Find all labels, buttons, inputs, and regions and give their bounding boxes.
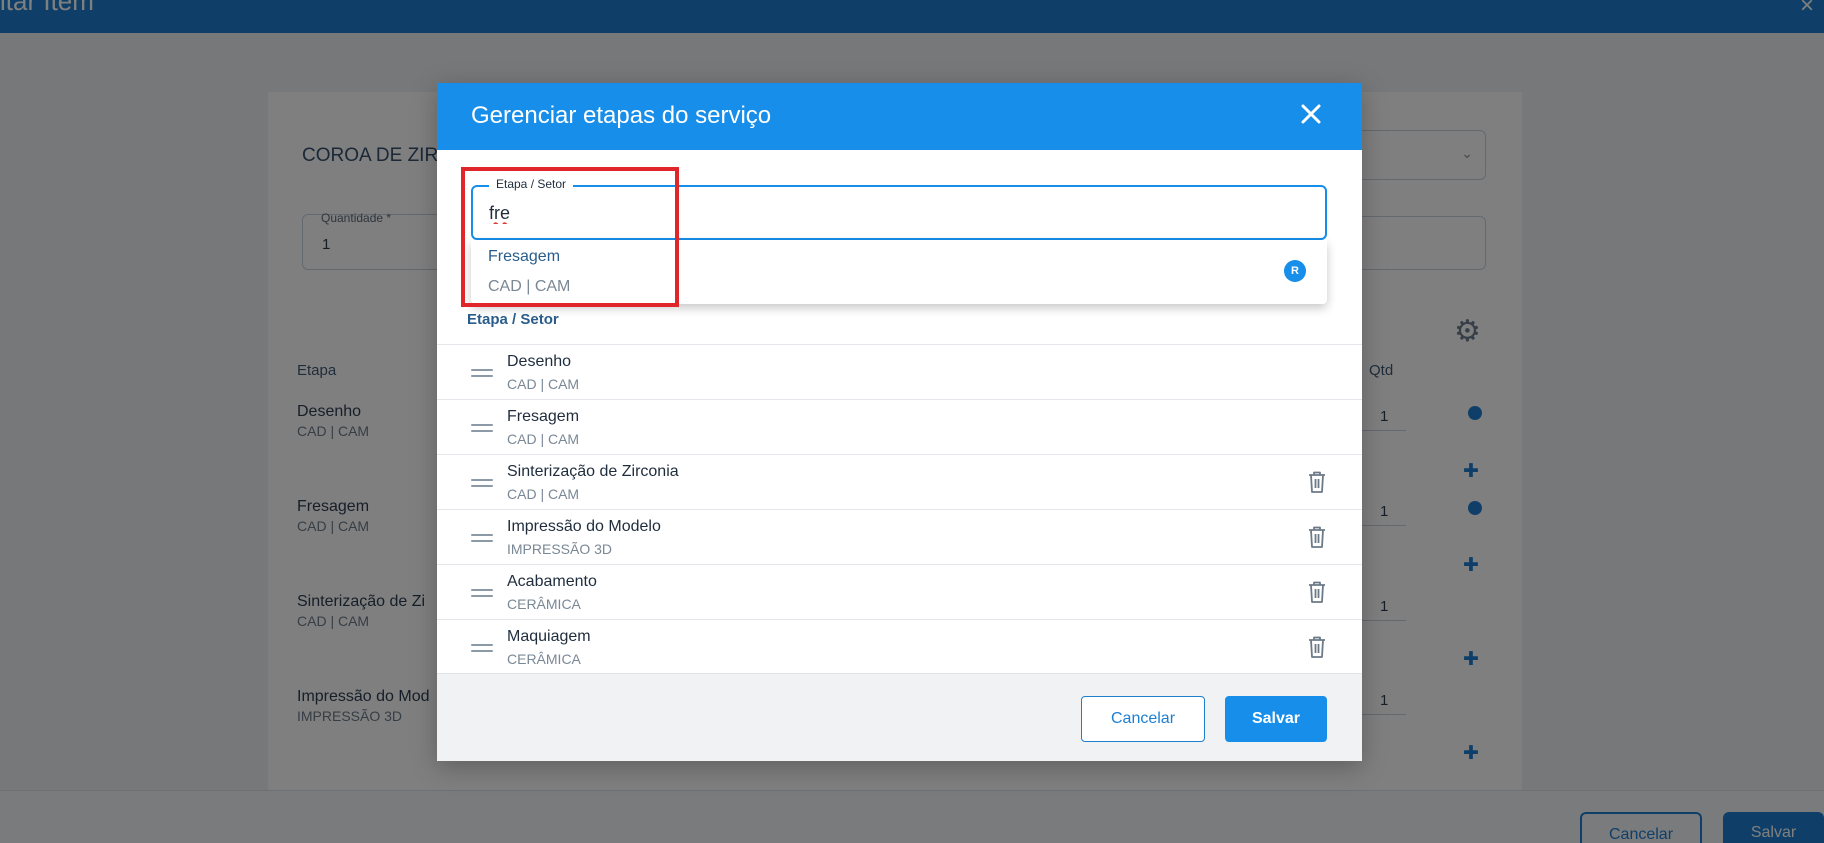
step-row[interactable]: Desenho CAD | CAM — [437, 344, 1362, 399]
drag-handle-icon[interactable] — [471, 479, 493, 487]
manage-steps-modal: Gerenciar etapas do serviço Etapa / Seto… — [437, 83, 1362, 761]
step-title: Maquiagem — [507, 628, 591, 645]
steps-list: Desenho CAD | CAM Fresagem CAD | CAM Sin… — [437, 344, 1362, 674]
drag-handle-icon[interactable] — [471, 369, 493, 377]
trash-icon[interactable] — [1307, 580, 1327, 604]
step-title: Sinterização de Zirconia — [507, 463, 679, 480]
step-sector: CAD | CAM — [507, 486, 580, 502]
highlight-annotation — [461, 167, 679, 307]
drag-handle-icon[interactable] — [471, 534, 493, 542]
modal-footer: Cancelar Salvar — [437, 673, 1362, 761]
step-row[interactable]: Acabamento CERÂMICA — [437, 564, 1362, 619]
save-button[interactable]: Salvar — [1225, 696, 1327, 742]
step-row[interactable]: Maquiagem CERÂMICA — [437, 619, 1362, 674]
step-row[interactable]: Impressão do Modelo IMPRESSÃO 3D — [437, 509, 1362, 564]
trash-icon[interactable] — [1307, 525, 1327, 549]
modal-title: Gerenciar etapas do serviço — [471, 102, 772, 129]
modal-header: Gerenciar etapas do serviço — [437, 83, 1362, 150]
step-row[interactable]: Sinterização de Zirconia CAD | CAM — [437, 454, 1362, 509]
step-sector: CAD | CAM — [507, 431, 580, 447]
step-sector: CAD | CAM — [507, 376, 580, 392]
step-row[interactable]: Fresagem CAD | CAM — [437, 399, 1362, 454]
drag-handle-icon[interactable] — [471, 589, 493, 597]
suggestion-badge: R — [1284, 260, 1306, 282]
cancel-button[interactable]: Cancelar — [1081, 696, 1205, 742]
trash-icon[interactable] — [1307, 470, 1327, 494]
close-icon[interactable] — [1296, 99, 1326, 129]
step-title: Acabamento — [507, 573, 597, 590]
step-title: Impressão do Modelo — [507, 518, 661, 535]
step-title: Fresagem — [507, 408, 580, 425]
drag-handle-icon[interactable] — [471, 644, 493, 652]
step-title: Desenho — [507, 353, 572, 370]
step-sector: CERÂMICA — [507, 651, 581, 667]
steps-list-header: Etapa / Setor — [467, 311, 559, 328]
drag-handle-icon[interactable] — [471, 424, 493, 432]
step-sector: IMPRESSÃO 3D — [507, 541, 613, 557]
step-sector: CERÂMICA — [507, 596, 581, 612]
trash-icon[interactable] — [1307, 635, 1327, 659]
